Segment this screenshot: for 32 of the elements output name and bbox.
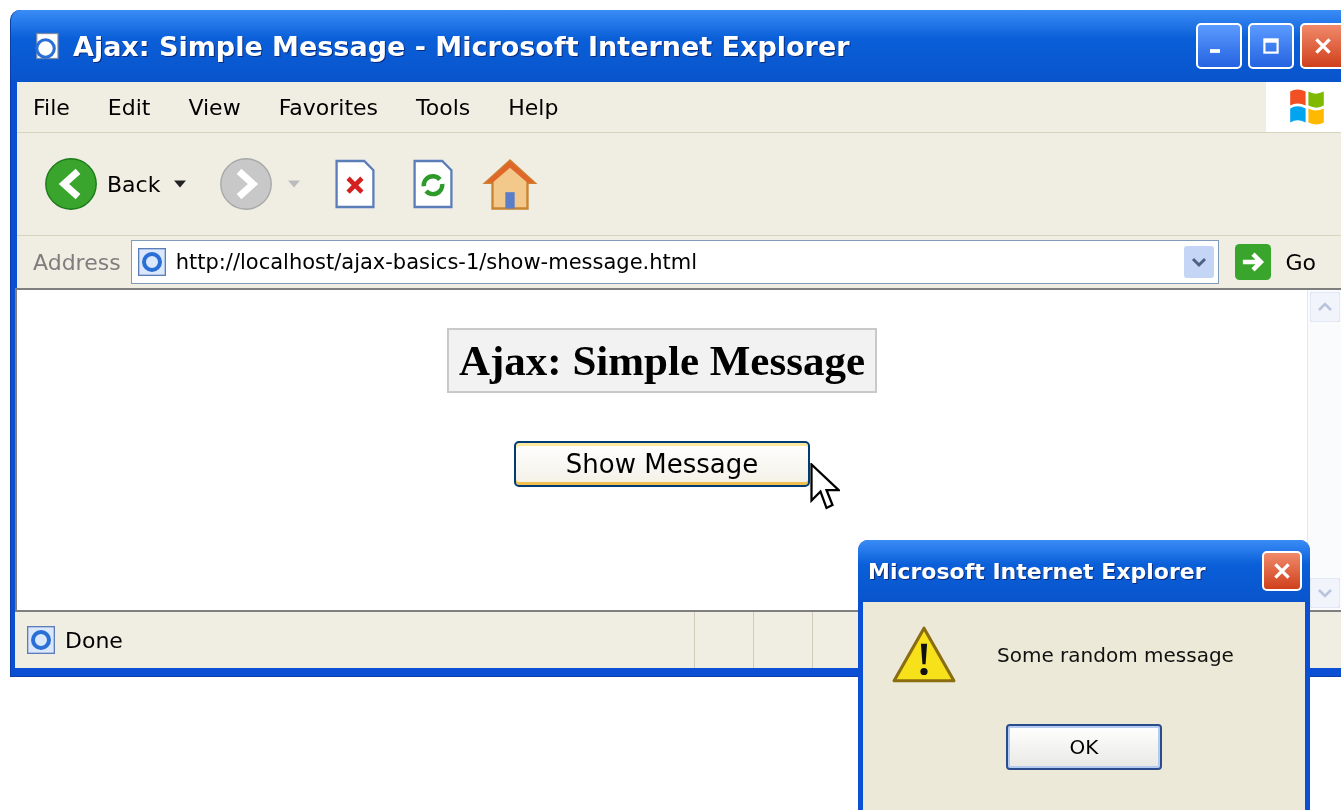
- mouse-cursor-icon: [809, 463, 840, 511]
- ok-button[interactable]: OK: [1006, 724, 1162, 770]
- status-text: Done: [65, 627, 123, 653]
- menu-item[interactable]: File: [33, 94, 70, 120]
- maximize-button[interactable]: [1248, 23, 1294, 69]
- close-button[interactable]: [1300, 23, 1341, 69]
- menu-item[interactable]: Tools: [416, 94, 471, 120]
- menu-item[interactable]: View: [188, 94, 241, 120]
- page-heading: Ajax: Simple Message: [446, 328, 877, 393]
- page-icon: [25, 624, 57, 656]
- address-text: http://localhost/ajax-basics-1/show-message.html: [175, 250, 699, 274]
- minimize-button[interactable]: [1196, 23, 1242, 69]
- close-icon: [1271, 560, 1293, 582]
- page-icon: [135, 246, 168, 278]
- home-icon[interactable]: [482, 157, 539, 211]
- minimize-icon: [1210, 49, 1220, 53]
- dialog-message: Some random message: [997, 643, 1234, 667]
- show-message-button[interactable]: Show Message: [513, 441, 811, 487]
- menu-item[interactable]: Favorites: [278, 94, 379, 120]
- address-label: Address: [33, 249, 121, 275]
- dropdown-icon[interactable]: [1184, 246, 1215, 278]
- go-button[interactable]: Go: [1229, 244, 1324, 280]
- address-field[interactable]: http://localhost/ajax-basics-1/show-message.html: [130, 240, 1220, 284]
- back-button[interactable]: Back: [43, 156, 161, 212]
- close-icon: [1312, 35, 1334, 57]
- dialog-title: Microsoft Internet Explorer: [868, 558, 1206, 584]
- maximize-icon: [1260, 35, 1282, 57]
- caret-icon[interactable]: [174, 180, 187, 188]
- menu-item[interactable]: Edit: [107, 94, 151, 120]
- close-button[interactable]: [1262, 551, 1302, 591]
- window-title: Ajax: Simple Message - Microsoft Internet Explorer: [73, 30, 850, 62]
- menu-item[interactable]: Help: [508, 94, 559, 120]
